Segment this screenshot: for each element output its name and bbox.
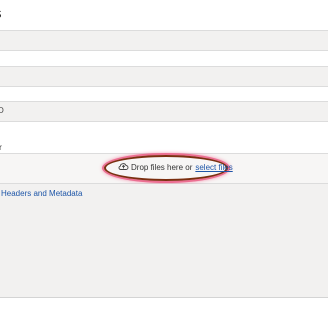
form-field-row[interactable]: D bbox=[0, 101, 328, 122]
page-title: s bbox=[0, 5, 2, 23]
field-label: D bbox=[0, 106, 4, 115]
headers-and-metadata-link[interactable]: Headers and Metadata bbox=[1, 189, 82, 199]
form-field-row[interactable] bbox=[0, 66, 328, 87]
cloud-upload-icon bbox=[118, 162, 131, 174]
section-label: uter bbox=[0, 143, 2, 153]
metadata-panel bbox=[0, 184, 328, 298]
form-field-row[interactable] bbox=[0, 30, 328, 51]
dropzone-prompt: Drop files here or select files bbox=[118, 162, 233, 174]
select-files-link[interactable]: select files bbox=[195, 163, 232, 173]
dropzone-text: Drop files here or bbox=[131, 163, 193, 172]
